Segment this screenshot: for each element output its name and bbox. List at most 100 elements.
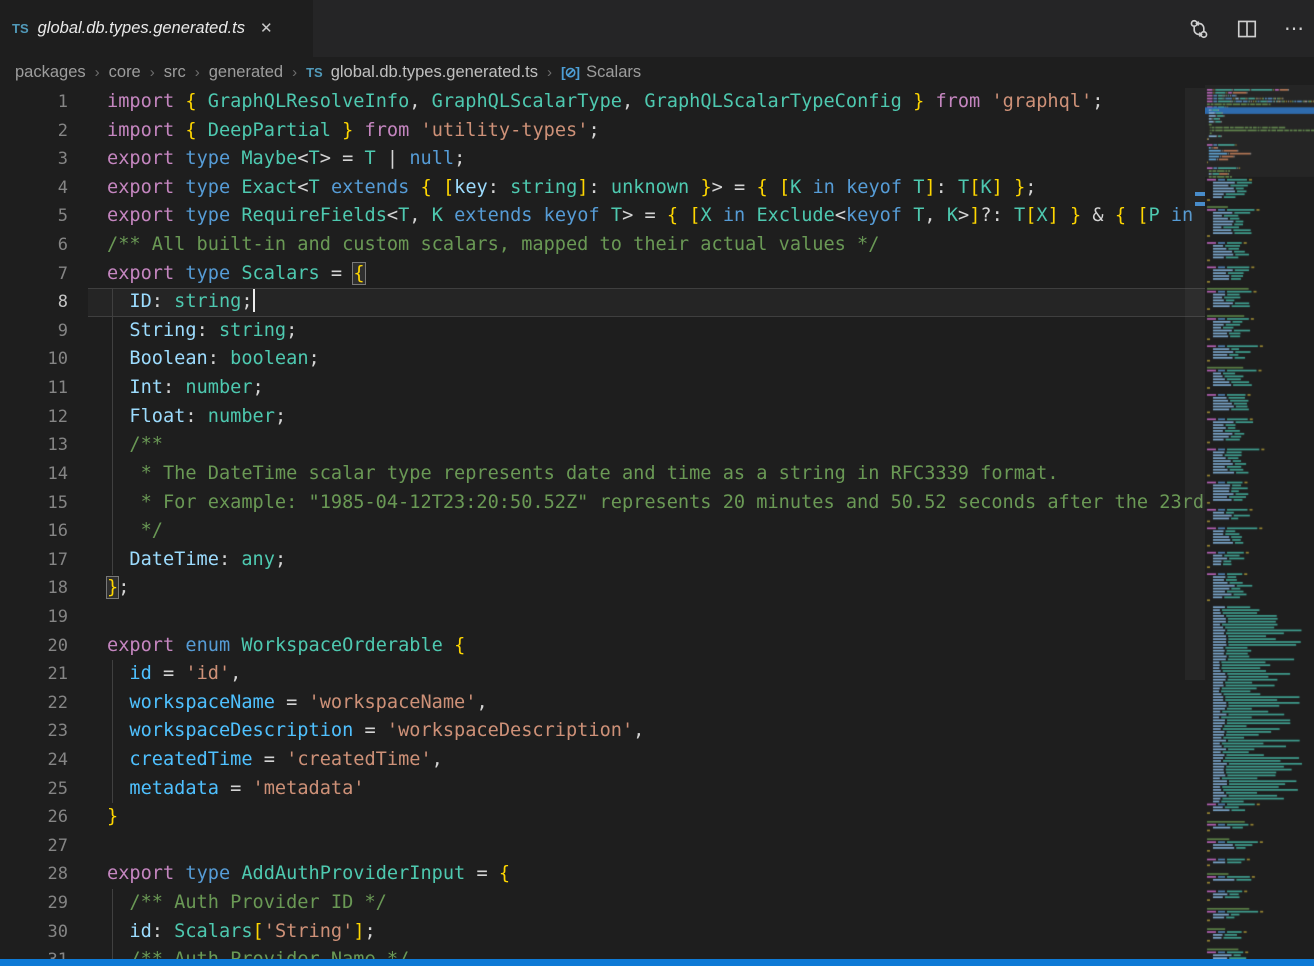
code-text: /** [107, 431, 163, 460]
code-text: import { DeepPartial } from 'utility-typ… [107, 117, 600, 146]
code-line[interactable]: 20export enum WorkspaceOrderable { [0, 632, 1205, 661]
code-line[interactable]: 11 Int: number; [0, 374, 1205, 403]
code-text: metadata = 'metadata' [107, 775, 365, 804]
line-number: 21 [0, 660, 68, 689]
open-changes-icon[interactable] [1188, 18, 1210, 40]
typescript-file-icon: TS [12, 21, 29, 36]
tab-title: global.db.types.generated.ts [38, 19, 245, 38]
code-line[interactable]: 18}; [0, 574, 1205, 603]
line-number: 6 [0, 231, 68, 260]
code-line[interactable]: 30 id: Scalars['String']; [0, 918, 1205, 947]
split-editor-icon[interactable] [1236, 18, 1258, 40]
code-text: /** Auth Provider Name */ [107, 946, 409, 960]
scrollbar-slider[interactable] [1185, 88, 1205, 680]
line-number: 11 [0, 374, 68, 403]
line-number: 7 [0, 260, 68, 289]
code-line[interactable]: 28export type AddAuthProviderInput = { [0, 860, 1205, 889]
code-line[interactable]: 14 * The DateTime scalar type represents… [0, 460, 1205, 489]
code-line[interactable]: 16 */ [0, 517, 1205, 546]
code-text: ID: string; [107, 288, 255, 317]
code-line[interactable]: 13 /** [0, 431, 1205, 460]
code-line[interactable]: 23 workspaceDescription = 'workspaceDesc… [0, 717, 1205, 746]
line-number: 23 [0, 717, 68, 746]
typescript-file-icon: TS [306, 65, 323, 80]
code-line[interactable]: 1 import { GraphQLResolveInfo, GraphQLSca… [0, 88, 1205, 117]
code-text: }; [107, 574, 129, 603]
code-text: export type RequireFields<T, K extends k… [107, 202, 1205, 231]
code-line[interactable]: 25 metadata = 'metadata' [0, 775, 1205, 804]
breadcrumb-item-generated[interactable]: generated [209, 63, 283, 82]
breadcrumb-file[interactable]: global.db.types.generated.ts [331, 63, 538, 82]
code-line[interactable]: 24 createdTime = 'createdTime', [0, 746, 1205, 775]
symbol-icon: [⊘] [561, 64, 579, 81]
code-line[interactable]: 6/** All built-in and custom scalars, ma… [0, 231, 1205, 260]
vertical-scrollbar[interactable] [1185, 88, 1205, 960]
close-icon[interactable]: ✕ [260, 21, 273, 36]
code-line[interactable]: 8 ID: string; [0, 288, 1205, 317]
code-text: * The DateTime scalar type represents da… [107, 460, 1059, 489]
code-text: export type Exact<T extends { [key: stri… [107, 174, 1036, 203]
overview-ruler-mark [1195, 192, 1205, 196]
chevron-right-icon: › [150, 64, 155, 81]
line-number: 18 [0, 574, 68, 603]
line-number: 8 [0, 288, 68, 317]
more-actions-icon[interactable]: ⋯ [1284, 16, 1306, 41]
line-number: 22 [0, 689, 68, 718]
code-line[interactable]: 29 /** Auth Provider ID */ [0, 889, 1205, 918]
line-number: 30 [0, 918, 68, 947]
breadcrumb-item-src[interactable]: src [164, 63, 186, 82]
line-number: 26 [0, 803, 68, 832]
line-number: 14 [0, 460, 68, 489]
breadcrumb[interactable]: packages › core › src › generated › TS global.db.… [0, 57, 1314, 88]
line-number: 3 [0, 145, 68, 174]
breadcrumb-item-packages[interactable]: packages [15, 63, 86, 82]
line-number: 4 [0, 174, 68, 203]
code-text: id: Scalars['String']; [107, 918, 376, 947]
breadcrumb-item-core[interactable]: core [109, 63, 141, 82]
code-line[interactable]: 2 import { DeepPartial } from 'utility-ty… [0, 117, 1205, 146]
line-number: 5 [0, 202, 68, 231]
code-line[interactable]: 7export type Scalars = { [0, 260, 1205, 289]
code-text: Float: number; [107, 403, 286, 432]
code-line[interactable]: 9 String: string; [0, 317, 1205, 346]
line-number: 31 [0, 946, 68, 960]
line-number: 17 [0, 546, 68, 575]
chevron-right-icon: › [95, 64, 100, 81]
line-number: 1 [0, 88, 68, 117]
code-text: String: string; [107, 317, 297, 346]
code-text: Boolean: boolean; [107, 345, 320, 374]
code-text: DateTime: any; [107, 546, 286, 575]
code-line[interactable]: 17 DateTime: any; [0, 546, 1205, 575]
line-number: 27 [0, 832, 68, 861]
code-line[interactable]: 3 export type Maybe<T> = T | null; [0, 145, 1205, 174]
code-editor[interactable]: 1 import { GraphQLResolveInfo, GraphQLSca… [0, 88, 1205, 960]
code-line[interactable]: 21 id = 'id', [0, 660, 1205, 689]
breadcrumb-symbol[interactable]: Scalars [586, 63, 641, 82]
code-text: Int: number; [107, 374, 264, 403]
code-line[interactable]: 19 [0, 603, 1205, 632]
code-text: workspaceName = 'workspaceName', [107, 689, 488, 718]
code-text: import { GraphQLResolveInfo, GraphQLScal… [107, 88, 1103, 117]
text-cursor [253, 289, 255, 312]
editor-tab[interactable]: TS global.db.types.generated.ts ✕ [0, 0, 313, 57]
code-line[interactable]: 15 * For example: "1985-04-12T23:20:50.5… [0, 489, 1205, 518]
chevron-right-icon: › [292, 64, 297, 81]
code-text: export type Maybe<T> = T | null; [107, 145, 465, 174]
code-line[interactable]: 26} [0, 803, 1205, 832]
code-text: workspaceDescription = 'workspaceDescrip… [107, 717, 644, 746]
chevron-right-icon: › [547, 64, 552, 81]
code-text: export enum WorkspaceOrderable { [107, 632, 465, 661]
line-number: 13 [0, 431, 68, 460]
code-line[interactable]: 12 Float: number; [0, 403, 1205, 432]
tab-bar: TS global.db.types.generated.ts ✕ ⋯ [0, 0, 1314, 57]
line-number: 2 [0, 117, 68, 146]
status-bar [0, 959, 1314, 966]
code-line[interactable]: 5 export type RequireFields<T, K extends … [0, 202, 1205, 231]
code-line[interactable]: 22 workspaceName = 'workspaceName', [0, 689, 1205, 718]
code-line[interactable]: 31 /** Auth Provider Name */ [0, 946, 1205, 960]
minimap[interactable] [1205, 85, 1314, 966]
code-line[interactable]: 4 export type Exact<T extends { [key: str… [0, 174, 1205, 203]
code-lines: 1 import { GraphQLResolveInfo, GraphQLSca… [0, 88, 1205, 960]
code-line[interactable]: 10 Boolean: boolean; [0, 345, 1205, 374]
code-line[interactable]: 27 [0, 832, 1205, 861]
